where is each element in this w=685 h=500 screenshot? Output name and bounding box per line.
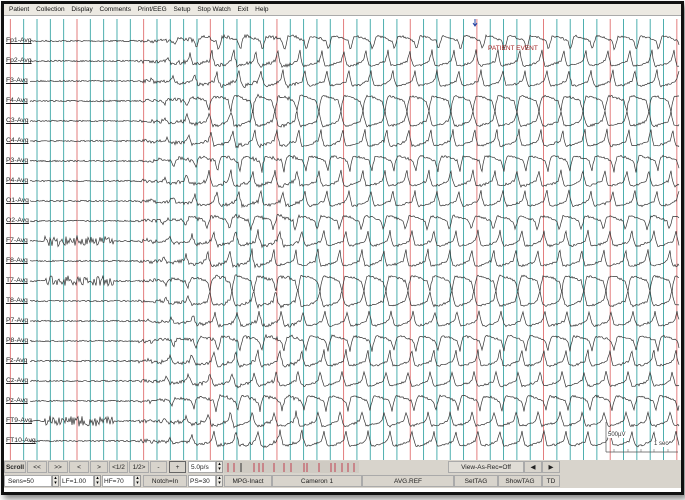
- speed-field[interactable]: 5.0p/s: [188, 461, 216, 473]
- channel-label[interactable]: O1-Avg: [6, 197, 29, 204]
- last-page-button[interactable]: >>: [48, 461, 68, 473]
- menu-print-eeg[interactable]: Print/EEG: [138, 6, 167, 13]
- next-half-button[interactable]: 1/2>: [129, 461, 149, 473]
- channel-label[interactable]: F4-Avg: [6, 97, 28, 104]
- eeg-trace: [29, 429, 680, 448]
- eeg-trace: [29, 154, 680, 173]
- channel-label[interactable]: F7-Avg: [6, 237, 28, 244]
- high-filter-spinner[interactable]: ▴ ▾: [134, 475, 141, 487]
- patient-event-annotation[interactable]: PATIENT EVENT: [488, 45, 538, 52]
- channel-label[interactable]: C4-Avg: [6, 137, 29, 144]
- eeg-trace: [29, 93, 680, 113]
- eeg-trace: [29, 109, 680, 129]
- zoom-out-button[interactable]: -: [150, 461, 167, 473]
- ps-field[interactable]: PS=30: [188, 475, 216, 487]
- sensitivity-field[interactable]: Sens=50: [4, 475, 52, 487]
- menu-stop-watch[interactable]: Stop Watch: [197, 6, 230, 13]
- sensitivity-spinner[interactable]: ▴ ▾: [52, 475, 59, 487]
- menu-bar: Patient Collection Display Comments Prin…: [4, 4, 681, 16]
- prev-page-button[interactable]: <: [69, 461, 89, 473]
- channel-label[interactable]: Pz-Avg: [6, 397, 28, 404]
- eeg-trace: [29, 169, 680, 188]
- mpg-button[interactable]: MPG-Inact: [224, 475, 272, 487]
- eeg-trace: [29, 370, 680, 389]
- zoom-in-button[interactable]: +: [169, 461, 186, 473]
- high-filter-field[interactable]: HF=70: [102, 475, 134, 487]
- showtag-button[interactable]: ShowTAG: [498, 475, 542, 487]
- montage-button[interactable]: AVG.REF: [362, 475, 454, 487]
- channel-label[interactable]: C3-Avg: [6, 117, 29, 124]
- channel-label[interactable]: Fp2-Avg: [6, 57, 32, 64]
- calibration-scale: 500µV 1 sec: [604, 420, 680, 456]
- eeg-trace: [29, 33, 680, 51]
- toolbar-settings: Sens=50 ▴ ▾ LF=1.00 ▴ ▾ HF=70 ▴ ▾ Notch=In …: [4, 474, 681, 488]
- channel-label[interactable]: F3-Avg: [6, 77, 28, 84]
- first-page-button[interactable]: <<: [27, 461, 47, 473]
- eeg-trace: [29, 410, 680, 429]
- event-marker-icon[interactable]: [472, 19, 478, 27]
- next-page-button[interactable]: >: [90, 461, 108, 473]
- toolbar-navigation: Scroll << >> < > <1/2 1/2> - + 5.0p/s ▴ ▾…: [4, 460, 681, 474]
- channel-label[interactable]: P4-Avg: [6, 177, 28, 184]
- eeg-trace: [29, 49, 680, 68]
- timeline-scrollbar[interactable]: [224, 461, 359, 473]
- scale-time: 1 sec: [654, 441, 669, 447]
- channel-label[interactable]: Fz-Avg: [6, 357, 27, 364]
- eeg-window: Patient Collection Display Comments Prin…: [1, 1, 684, 495]
- menu-exit[interactable]: Exit: [238, 6, 249, 13]
- prev-half-button[interactable]: <1/2: [109, 461, 128, 473]
- eeg-trace: [29, 349, 680, 369]
- camera-button[interactable]: Cameron 1: [272, 475, 362, 487]
- low-filter-field[interactable]: LF=1.00: [60, 475, 94, 487]
- channel-label[interactable]: FT10-Avg: [6, 437, 36, 444]
- eeg-trace: [29, 69, 680, 89]
- notch-button[interactable]: Notch=In: [143, 475, 187, 487]
- eeg-trace: [29, 213, 680, 232]
- eeg-trace: [29, 189, 680, 209]
- channel-label[interactable]: P7-Avg: [6, 317, 28, 324]
- eeg-trace: [29, 310, 680, 328]
- eeg-trace: [29, 394, 680, 413]
- right-arrow-button[interactable]: ▶: [542, 461, 560, 473]
- scroll-button[interactable]: Scroll: [4, 461, 26, 473]
- channel-label[interactable]: F8-Avg: [6, 257, 28, 264]
- channel-label[interactable]: P3-Avg: [6, 157, 28, 164]
- menu-collection[interactable]: Collection: [36, 6, 65, 13]
- channel-label[interactable]: O2-Avg: [6, 217, 29, 224]
- eeg-plot: Fp1-Avg Fp2-Avg F3-Avg F4-Avg C3-Avg C4-Avg P3…: [4, 16, 681, 460]
- eeg-trace: [29, 289, 680, 309]
- channel-label[interactable]: FT9-Avg: [6, 417, 32, 424]
- eeg-trace: [29, 248, 680, 269]
- scale-bar-icon: [605, 422, 678, 453]
- settag-button[interactable]: SetTAG: [454, 475, 498, 487]
- td-button[interactable]: TD: [542, 475, 560, 487]
- scale-amplitude: 500µV: [608, 432, 626, 438]
- eeg-trace: [29, 128, 680, 149]
- menu-display[interactable]: Display: [71, 6, 92, 13]
- eeg-trace: [29, 229, 680, 249]
- channel-label[interactable]: P8-Avg: [6, 337, 28, 344]
- left-arrow-button[interactable]: ◀: [524, 461, 542, 473]
- eeg-trace: [29, 333, 680, 352]
- channel-label[interactable]: T7-Avg: [6, 277, 28, 284]
- channel-label[interactable]: Cz-Avg: [6, 377, 28, 384]
- low-filter-spinner[interactable]: ▴ ▾: [94, 475, 101, 487]
- eeg-traces: [9, 19, 680, 460]
- menu-comments[interactable]: Comments: [100, 6, 131, 13]
- menu-patient[interactable]: Patient: [9, 6, 29, 13]
- channel-label[interactable]: T8-Avg: [6, 297, 28, 304]
- speed-spinner[interactable]: ▴ ▾: [216, 461, 223, 473]
- menu-setup[interactable]: Setup: [174, 6, 191, 13]
- view-as-rec-toggle[interactable]: View-As-Rec=Off: [448, 461, 524, 473]
- channel-label[interactable]: Fp1-Avg: [6, 37, 32, 44]
- eeg-trace: [29, 274, 680, 293]
- ps-spinner[interactable]: ▴ ▾: [216, 475, 223, 487]
- menu-help[interactable]: Help: [255, 6, 268, 13]
